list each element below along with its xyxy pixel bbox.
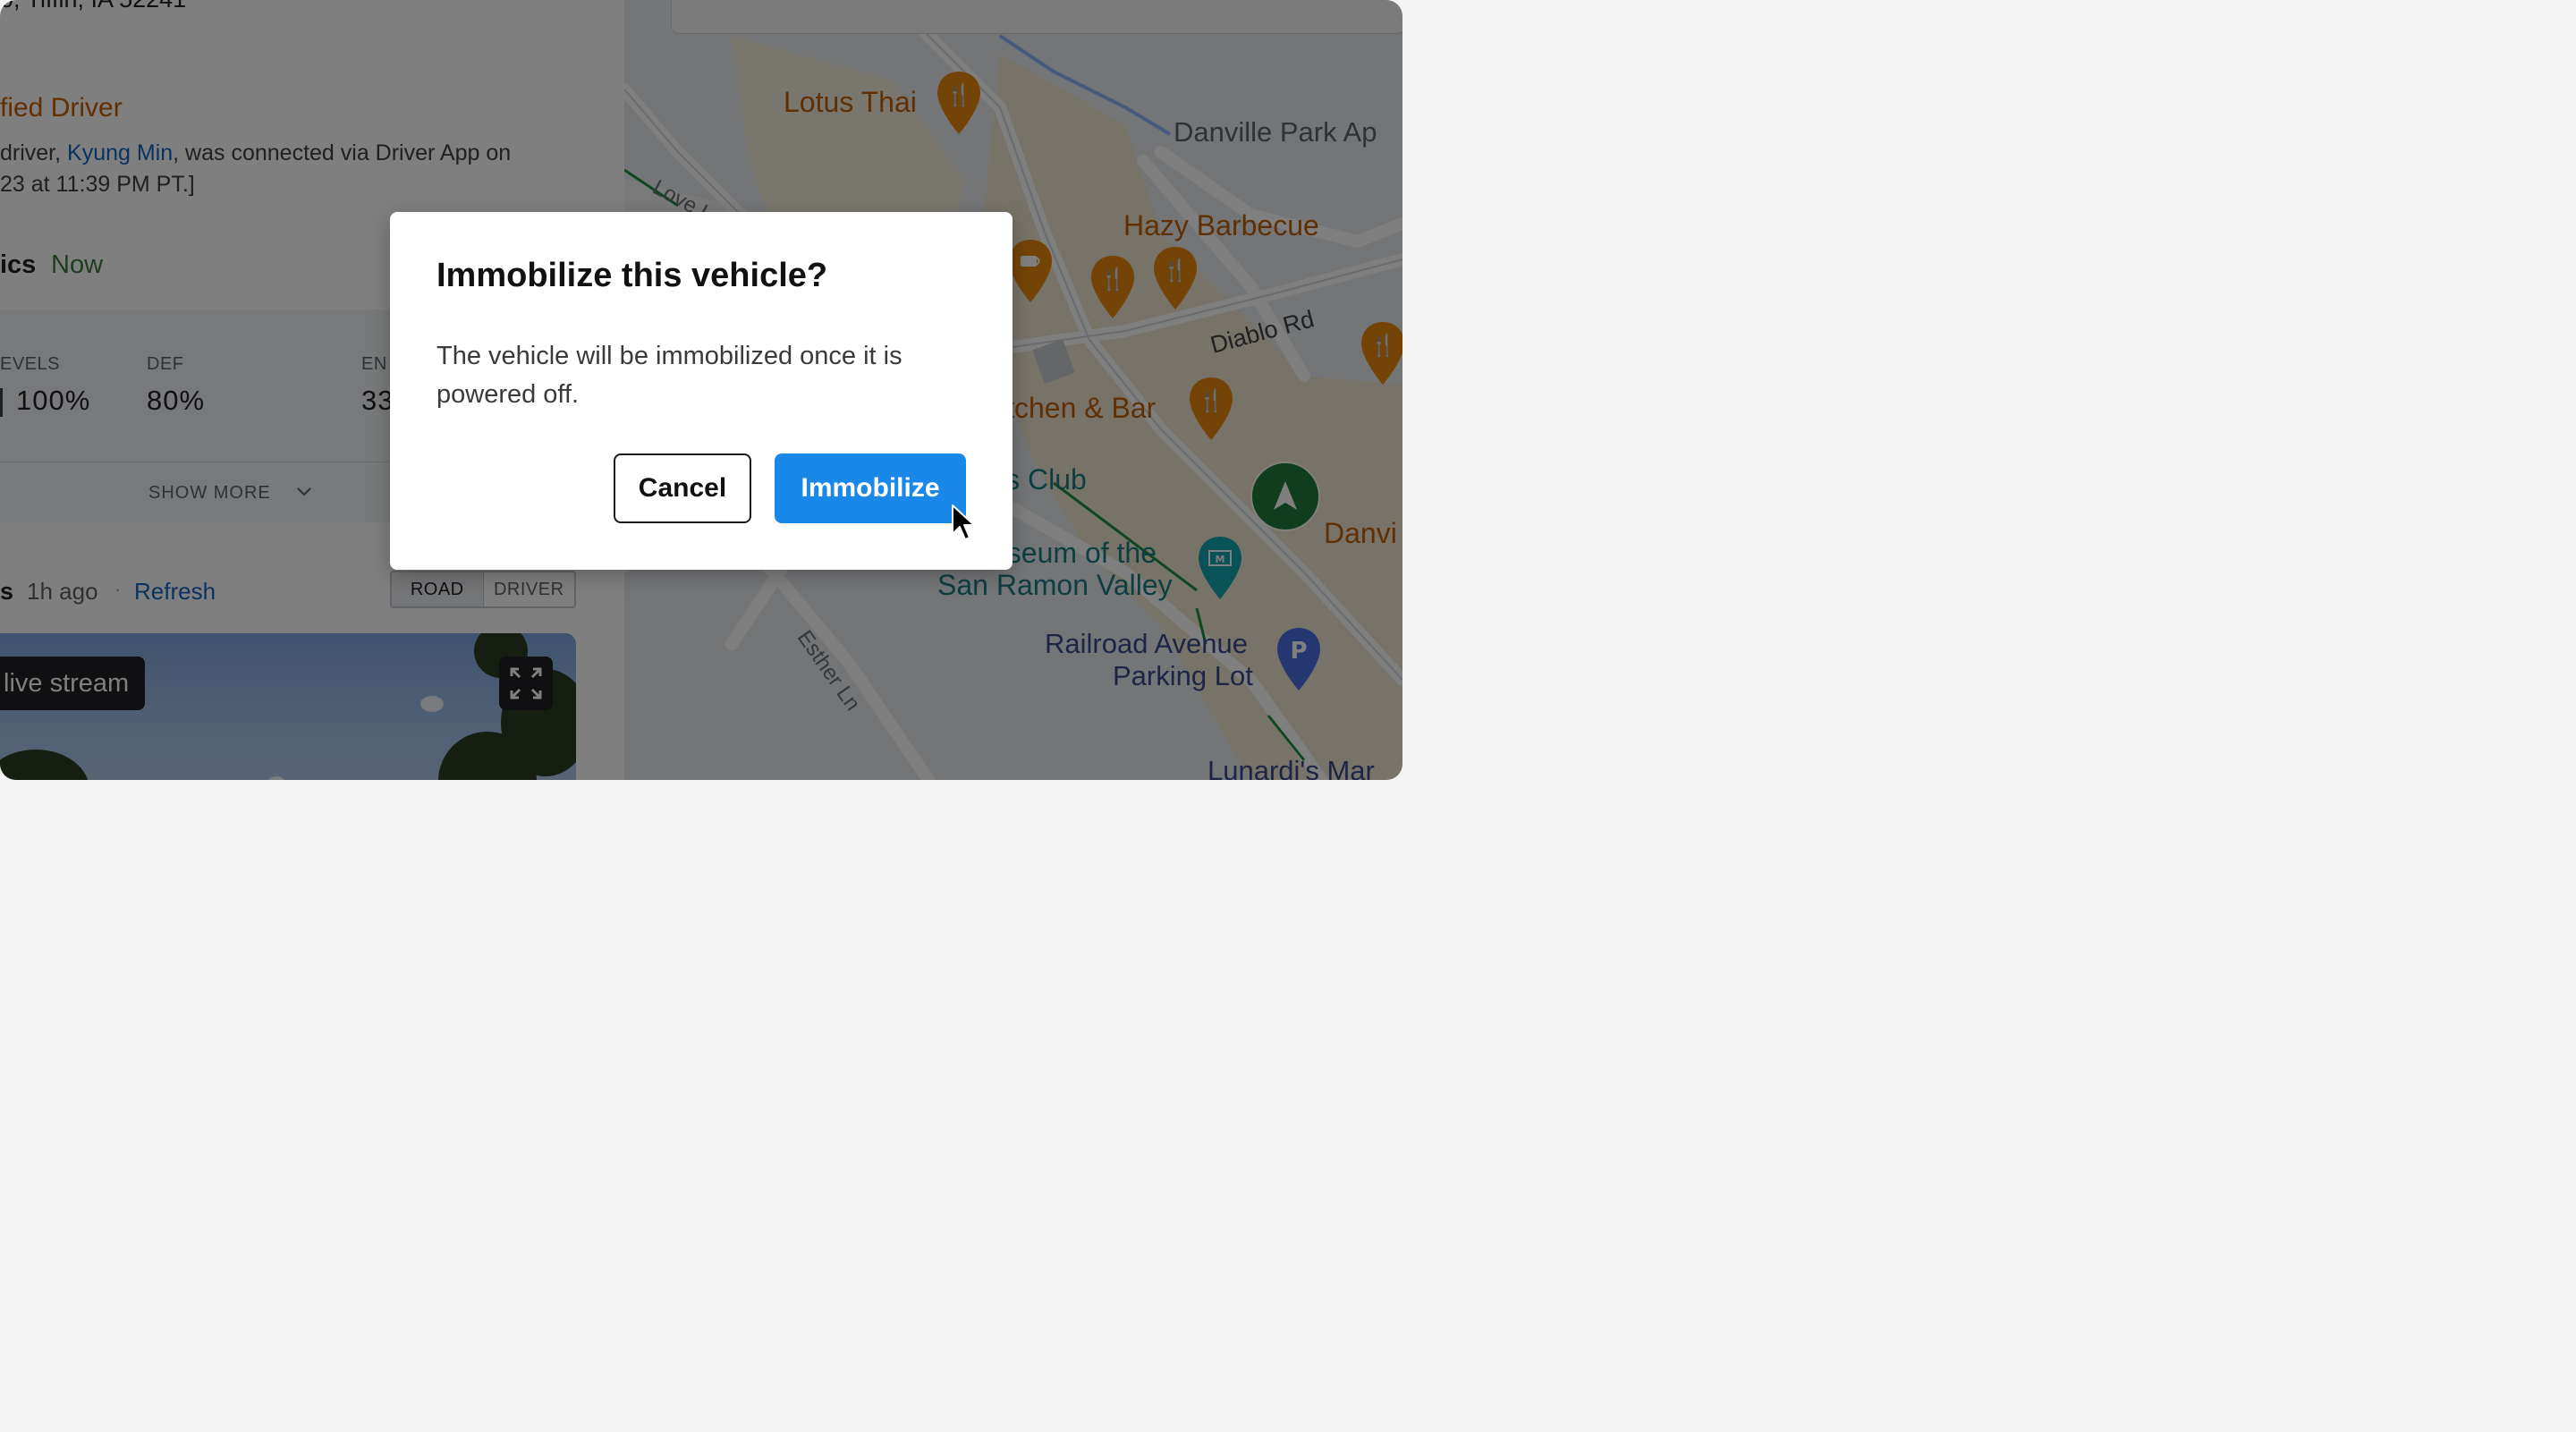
dialog-title: Immobilize this vehicle? bbox=[436, 257, 828, 294]
immobilize-dialog: Immobilize this vehicle? The vehicle wil… bbox=[390, 212, 1013, 570]
cancel-button[interactable]: Cancel bbox=[614, 453, 751, 523]
immobilize-button[interactable]: Immobilize bbox=[775, 453, 966, 523]
dialog-message: The vehicle will be immobilized once it … bbox=[436, 342, 902, 409]
app-frame: 0, Tiffin, IA 52241 fied Driver driver, … bbox=[0, 0, 1402, 780]
mouse-pointer-icon bbox=[952, 504, 975, 540]
